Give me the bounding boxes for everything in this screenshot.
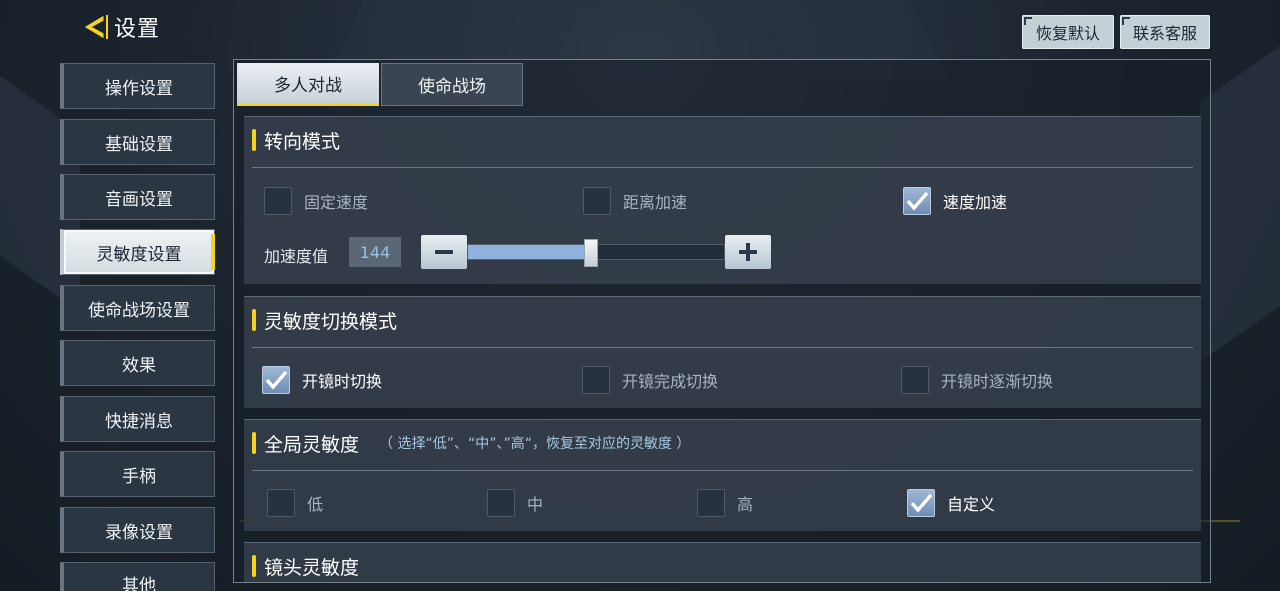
- option-label: 距离加速: [623, 193, 688, 212]
- turn-mode-section: 转向模式 固定速度 距离加速 速度加速 加速度值 144: [244, 116, 1201, 284]
- option-label: 低: [307, 495, 324, 514]
- checkbox[interactable]: [582, 366, 610, 394]
- increase-button[interactable]: [725, 235, 771, 269]
- sidebar-item-recording[interactable]: 录像设置: [60, 507, 215, 553]
- section-title: 转向模式: [264, 130, 341, 153]
- slider-fill: [468, 245, 591, 259]
- checkbox-checked[interactable]: [262, 366, 290, 394]
- accel-slider[interactable]: [467, 239, 725, 267]
- tab-multiplayer[interactable]: 多人对战: [237, 63, 379, 106]
- restore-default-button[interactable]: 恢复默认: [1022, 15, 1114, 49]
- scope-sensitivity-section: 镜头灵敏度: [244, 542, 1201, 582]
- checkbox[interactable]: [264, 187, 292, 215]
- section-title: 灵敏度切换模式: [264, 310, 398, 333]
- option-scope-complete-switch[interactable]: 开镜完成切换: [582, 366, 718, 394]
- sidebar-item-controller[interactable]: 手柄: [60, 451, 215, 497]
- accel-label: 加速度值: [264, 247, 329, 266]
- section-accent-bar: [252, 309, 256, 331]
- option-custom[interactable]: 自定义: [907, 489, 995, 517]
- sidebar-item-other[interactable]: 其他: [60, 562, 215, 591]
- section-title: 镜头灵敏度: [264, 556, 360, 579]
- section-divider: [252, 470, 1193, 471]
- option-label: 高: [737, 495, 754, 514]
- sidebar-item-basic[interactable]: 基础设置: [60, 119, 215, 165]
- back-button[interactable]: 设置: [80, 10, 160, 44]
- decrease-button[interactable]: [421, 235, 467, 269]
- sidebar-item-sensitivity[interactable]: 灵敏度设置: [60, 229, 215, 275]
- section-divider: [252, 347, 1193, 348]
- section-hint: （ 选择“低”、“中”、”高“，恢复至对应的灵敏度 ）: [379, 436, 691, 452]
- section-accent-bar: [252, 129, 256, 151]
- section-accent-bar: [252, 555, 256, 577]
- checkbox-checked[interactable]: [903, 187, 931, 215]
- checkbox[interactable]: [267, 489, 295, 517]
- option-high[interactable]: 高: [697, 489, 753, 517]
- option-fixed-speed[interactable]: 固定速度: [264, 187, 368, 215]
- option-medium[interactable]: 中: [487, 489, 543, 517]
- section-accent-bar: [252, 432, 256, 454]
- sidebar-item-effects[interactable]: 效果: [60, 340, 215, 386]
- option-label: 开镜时逐渐切换: [941, 372, 1054, 391]
- contact-service-button[interactable]: 联系客服: [1120, 15, 1210, 49]
- settings-sidebar: 操作设置 基础设置 音画设置 灵敏度设置 使命战场设置 效果 快捷消息 手柄 录…: [60, 63, 216, 591]
- sidebar-item-battle-royale[interactable]: 使命战场设置: [60, 285, 215, 331]
- option-low[interactable]: 低: [267, 489, 323, 517]
- checkbox[interactable]: [697, 489, 725, 517]
- sidebar-item-audio-video[interactable]: 音画设置: [60, 174, 215, 220]
- minus-icon: [435, 250, 453, 254]
- tab-battle-royale[interactable]: 使命战场: [381, 63, 523, 106]
- global-sensitivity-section: 全局灵敏度 （ 选择“低”、“中”、”高“，恢复至对应的灵敏度 ） 低 中 高 …: [244, 419, 1201, 531]
- checkbox-checked[interactable]: [907, 489, 935, 517]
- sidebar-item-quick-messages[interactable]: 快捷消息: [60, 396, 215, 442]
- sidebar-item-operation[interactable]: 操作设置: [60, 63, 215, 109]
- page-title: 设置: [114, 17, 161, 42]
- accel-value-field[interactable]: 144: [349, 237, 401, 267]
- checkmark-icon: [265, 370, 288, 390]
- option-distance-accel[interactable]: 距离加速: [583, 187, 687, 215]
- option-label: 固定速度: [304, 193, 369, 212]
- back-arrow-icon: [83, 14, 108, 40]
- option-scope-gradual-switch[interactable]: 开镜时逐渐切换: [901, 366, 1053, 394]
- option-scope-switch[interactable]: 开镜时切换: [262, 366, 382, 394]
- checkmark-icon: [910, 493, 933, 513]
- option-speed-accel[interactable]: 速度加速: [903, 187, 1007, 215]
- section-divider: [252, 167, 1193, 168]
- checkmark-icon: [906, 191, 929, 211]
- option-label: 中: [527, 495, 544, 514]
- checkbox[interactable]: [583, 187, 611, 215]
- option-label: 开镜时切换: [302, 372, 383, 391]
- checkbox[interactable]: [487, 489, 515, 517]
- option-label: 开镜完成切换: [622, 372, 719, 391]
- slider-thumb[interactable]: [583, 239, 598, 267]
- plus-icon: [739, 243, 757, 261]
- settings-panel: 多人对战 使命战场 转向模式 固定速度 距离加速 速度加速 加速度值 144 灵…: [233, 59, 1211, 583]
- section-title: 全局灵敏度: [264, 433, 360, 456]
- option-label: 速度加速: [943, 193, 1008, 212]
- checkbox[interactable]: [901, 366, 929, 394]
- option-label: 自定义: [947, 495, 996, 514]
- switch-mode-section: 灵敏度切换模式 开镜时切换 开镜完成切换 开镜时逐渐切换: [244, 296, 1201, 408]
